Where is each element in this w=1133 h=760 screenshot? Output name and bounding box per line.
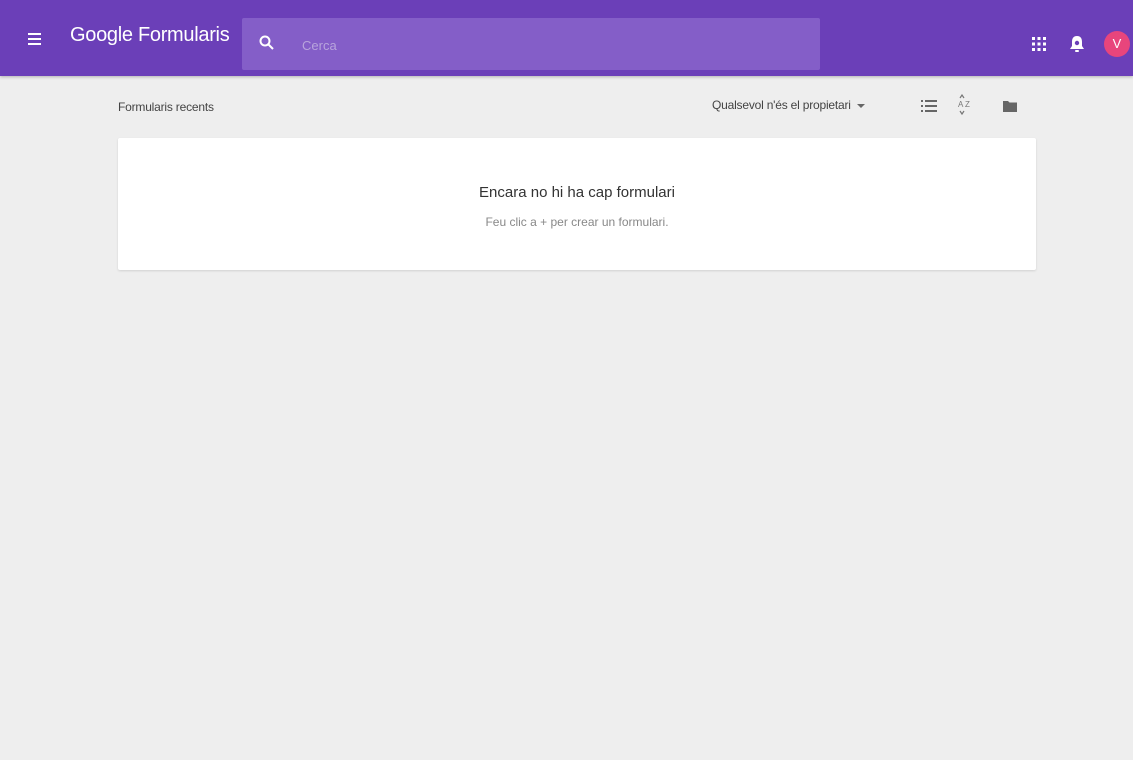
empty-state-title: Encara no hi ha cap formulari [479,184,675,201]
apps-grid-icon[interactable] [1031,36,1047,52]
hamburger-menu-icon[interactable] [22,27,50,51]
chevron-down-icon [856,103,865,108]
owner-filter-dropdown[interactable]: Qualsevol n'és el propietari [712,98,865,112]
svg-text:Z: Z [965,100,970,109]
empty-state-card: Encara no hi ha cap formulari Feu clic a… [118,138,1036,270]
notifications-icon[interactable] [1068,34,1086,54]
search-icon[interactable] [258,34,276,52]
empty-state-hint: Feu clic a + per crear un formulari. [485,215,669,229]
sort-az-icon[interactable]: A Z [957,93,975,116]
search-bar[interactable] [242,18,820,70]
avatar[interactable]: V [1104,31,1130,57]
list-view-icon[interactable] [921,98,937,114]
svg-text:A: A [958,100,964,109]
section-title: Formularis recents [118,100,214,114]
owner-filter-label: Qualsevol n'és el propietari [712,98,851,112]
folder-icon[interactable] [1002,98,1018,114]
search-input[interactable] [300,32,804,58]
app-logo[interactable]: Google Formularis [70,24,230,47]
app-bar: Google Formularis V [0,0,1133,76]
